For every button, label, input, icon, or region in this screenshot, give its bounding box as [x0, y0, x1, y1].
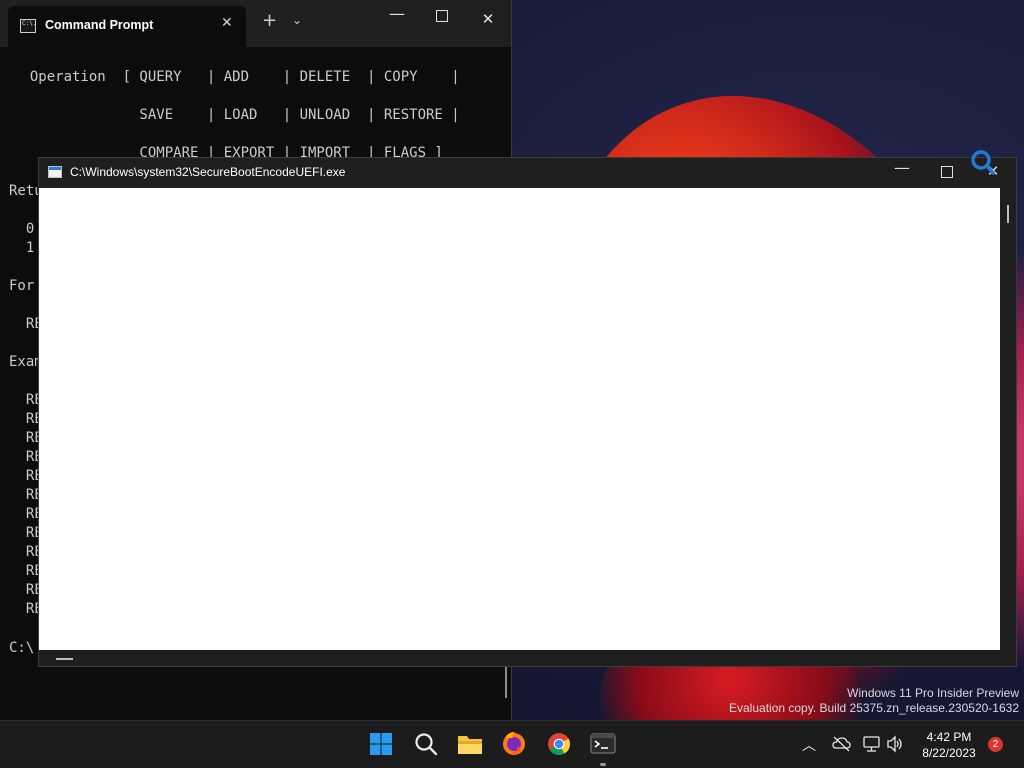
watermark-edition: Windows 11 Pro Insider Preview: [847, 686, 1019, 700]
start-windows-icon[interactable]: [366, 729, 396, 759]
new-tab-button[interactable]: +: [262, 12, 277, 30]
chrome-icon[interactable]: [544, 729, 574, 759]
console-app-icon: [48, 166, 62, 178]
clock-date: 8/22/2023: [922, 746, 976, 760]
app-vertical-scrollbar[interactable]: [1000, 188, 1016, 666]
clock[interactable]: 4:42 PM 8/22/2023: [914, 729, 984, 761]
console-line: SAVE | LOAD | UNLOAD | RESTORE |: [13, 107, 460, 123]
app-client-area[interactable]: [39, 188, 1000, 650]
app-window-title: C:\Windows\system32\SecureBootEncodeUEFI…: [70, 165, 346, 179]
show-hidden-icons-chevron[interactable]: ︿: [802, 735, 816, 755]
scrollbar-thumb[interactable]: [1007, 205, 1009, 223]
app-maximize-button[interactable]: [937, 166, 957, 182]
notification-badge[interactable]: 2: [988, 737, 1003, 752]
clock-time: 4:42 PM: [926, 730, 972, 744]
network-icon[interactable]: [862, 734, 882, 754]
console-line: Operation [ QUERY | ADD | DELETE | COPY …: [13, 69, 460, 85]
app-minimize-button[interactable]: —: [892, 158, 912, 177]
search-icon[interactable]: [411, 729, 441, 759]
cmd-icon: C:\.: [20, 19, 36, 33]
volume-icon[interactable]: [886, 734, 904, 754]
console-line: For: [9, 278, 35, 294]
minimize-button[interactable]: —: [387, 4, 407, 23]
maximize-icon: [941, 166, 953, 178]
console-line: 0: [9, 221, 35, 237]
app-horizontal-scrollbar[interactable]: [39, 650, 1000, 666]
firefox-icon[interactable]: [499, 729, 529, 759]
console-prompt: C:\: [9, 640, 35, 656]
maximize-icon: [436, 10, 448, 22]
taskbar: ︿ 4:42 PM 8/22/2023: [0, 720, 1024, 768]
watermark-build: Evaluation copy. Build 25375.zn_release.…: [729, 701, 1019, 715]
console-line: 1: [9, 240, 35, 256]
tab-title: Command Prompt: [45, 18, 154, 32]
app-title-bar[interactable]: C:\Windows\system32\SecureBootEncodeUEFI…: [39, 158, 1016, 188]
terminal-tab-bar: C:\. Command Prompt ✕ + ⌄ — ✕: [0, 0, 511, 47]
active-app-indicator: [600, 763, 606, 766]
tab-command-prompt[interactable]: C:\. Command Prompt ✕: [8, 6, 246, 47]
file-explorer-icon[interactable]: [455, 729, 485, 759]
maximize-button[interactable]: [432, 10, 452, 26]
text-cursor: [56, 658, 73, 660]
chevron-down-icon[interactable]: ⌄: [292, 13, 302, 27]
tab-close-icon[interactable]: ✕: [221, 15, 233, 31]
close-button[interactable]: ✕: [478, 10, 498, 28]
busy-cursor-icon: [971, 150, 995, 175]
secureboot-encode-window[interactable]: C:\Windows\system32\SecureBootEncodeUEFI…: [38, 157, 1017, 667]
terminal-app-icon[interactable]: [588, 729, 618, 759]
onedrive-offline-icon[interactable]: [832, 735, 852, 753]
